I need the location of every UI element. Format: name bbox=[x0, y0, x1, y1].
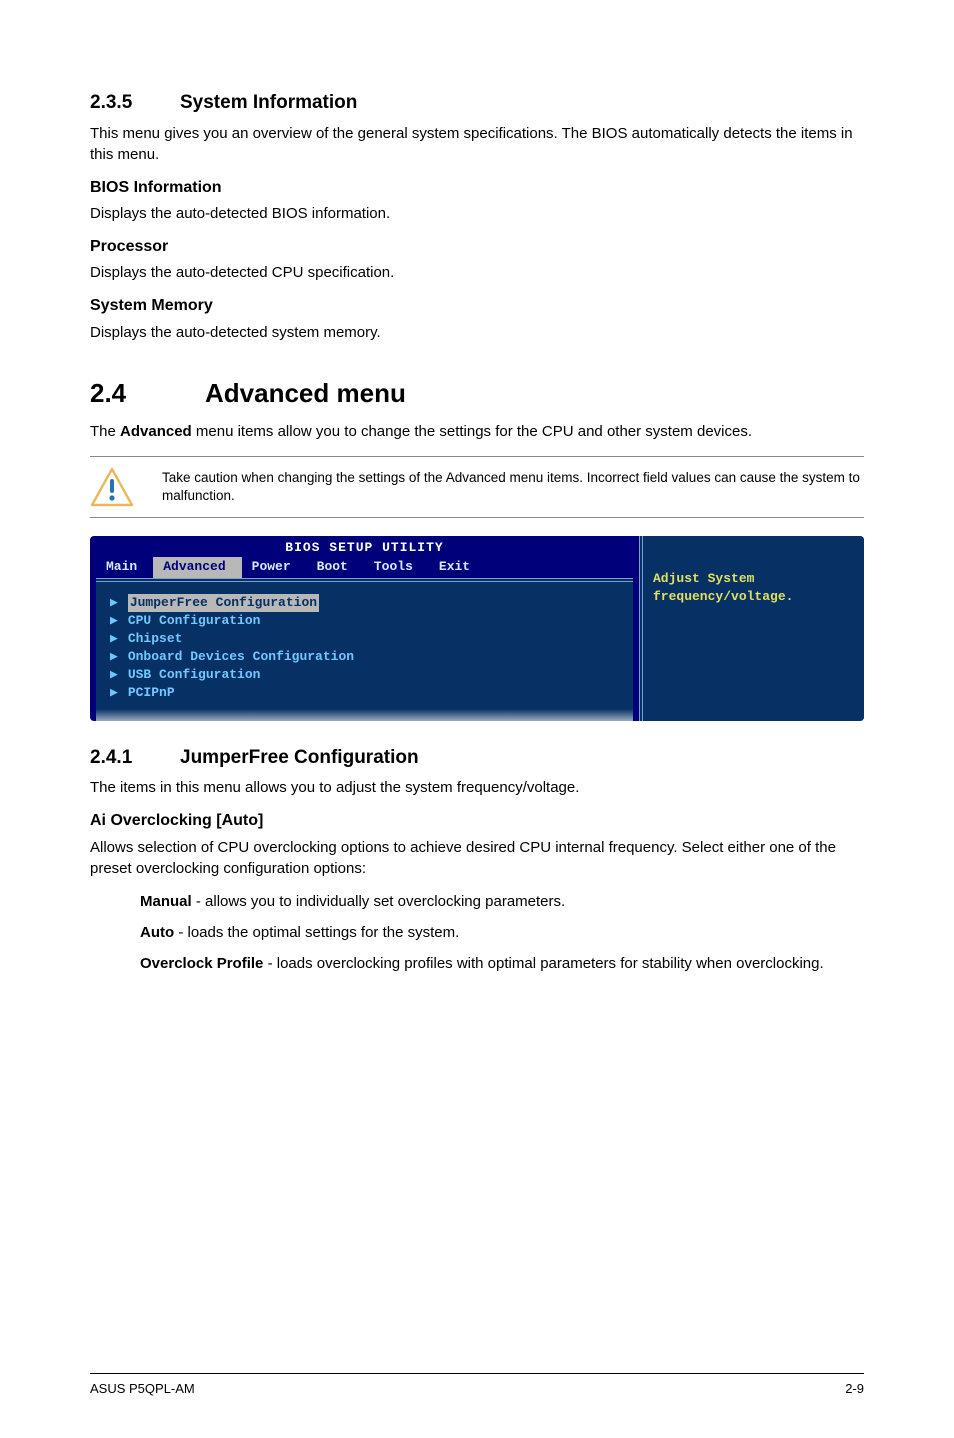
footer-left: ASUS P5QPL-AM bbox=[90, 1380, 195, 1398]
option-auto: Auto - loads the optimal settings for th… bbox=[140, 922, 864, 943]
bios-menu-item-chipset[interactable]: ▶Chipset bbox=[110, 630, 623, 648]
bios-menu-item-usb[interactable]: ▶USB Configuration bbox=[110, 666, 623, 684]
paragraph: Displays the auto-detected system memory… bbox=[90, 322, 864, 343]
page-footer: ASUS P5QPL-AM 2-9 bbox=[90, 1373, 864, 1398]
heading-number: 2.4 bbox=[90, 375, 205, 411]
pointer-right-icon: ▶ bbox=[110, 630, 118, 648]
bios-menu-item-onboard[interactable]: ▶Onboard Devices Configuration bbox=[110, 648, 623, 666]
footer-right: 2-9 bbox=[845, 1380, 864, 1398]
subheading-system-memory: System Memory bbox=[90, 295, 864, 317]
bios-help-panel: Adjust System frequency/voltage. bbox=[639, 536, 864, 721]
bios-tab-bar: Main Advanced Power Boot Tools Exit bbox=[96, 557, 633, 577]
caution-note: Take caution when changing the settings … bbox=[90, 456, 864, 518]
bios-tab-power[interactable]: Power bbox=[242, 557, 307, 577]
bios-tab-tools[interactable]: Tools bbox=[364, 557, 429, 577]
bios-tab-advanced[interactable]: Advanced bbox=[153, 557, 241, 577]
heading-2-4: 2.4Advanced menu bbox=[90, 375, 864, 411]
heading-number: 2.4.1 bbox=[90, 745, 180, 772]
caution-icon bbox=[90, 467, 134, 507]
bios-menu-item-cpu[interactable]: ▶CPU Configuration bbox=[110, 612, 623, 630]
paragraph: The items in this menu allows you to adj… bbox=[90, 777, 864, 798]
bios-tab-exit[interactable]: Exit bbox=[429, 557, 486, 577]
heading-text: System Information bbox=[180, 92, 357, 113]
option-overclock-profile: Overclock Profile - loads overclocking p… bbox=[140, 953, 864, 974]
bios-help-line: Adjust System bbox=[653, 570, 854, 588]
subheading-ai-overclocking: Ai Overclocking [Auto] bbox=[90, 810, 864, 832]
bios-title: BIOS SETUP UTILITY bbox=[96, 539, 633, 557]
heading-2-3-5: 2.3.5System Information bbox=[90, 90, 864, 117]
bios-tab-main[interactable]: Main bbox=[96, 557, 153, 577]
heading-number: 2.3.5 bbox=[90, 90, 180, 117]
pointer-right-icon: ▶ bbox=[110, 612, 118, 630]
pointer-right-icon: ▶ bbox=[110, 648, 118, 666]
paragraph: Displays the auto-detected CPU specifica… bbox=[90, 262, 864, 283]
subheading-bios-info: BIOS Information bbox=[90, 177, 864, 199]
pointer-right-icon: ▶ bbox=[110, 594, 118, 612]
subheading-processor: Processor bbox=[90, 236, 864, 258]
pointer-right-icon: ▶ bbox=[110, 684, 118, 702]
paragraph: The Advanced menu items allow you to cha… bbox=[90, 421, 864, 442]
heading-2-4-1: 2.4.1JumperFree Configuration bbox=[90, 745, 864, 772]
option-manual: Manual - allows you to individually set … bbox=[140, 891, 864, 912]
bios-tab-boot[interactable]: Boot bbox=[307, 557, 364, 577]
bios-menu-item-pcipnp[interactable]: ▶PCIPnP bbox=[110, 684, 623, 702]
heading-text: Advanced menu bbox=[205, 378, 406, 408]
bios-menu-body: ▶JumperFree Configuration ▶CPU Configura… bbox=[96, 578, 633, 721]
heading-text: JumperFree Configuration bbox=[180, 747, 419, 768]
bios-help-line: frequency/voltage. bbox=[653, 588, 854, 606]
paragraph: Displays the auto-detected BIOS informat… bbox=[90, 203, 864, 224]
paragraph: Allows selection of CPU overclocking opt… bbox=[90, 837, 864, 879]
paragraph: This menu gives you an overview of the g… bbox=[90, 123, 864, 165]
bios-setup-panel: BIOS SETUP UTILITY Main Advanced Power B… bbox=[90, 536, 864, 721]
bios-menu-item-jumperfree[interactable]: ▶JumperFree Configuration bbox=[110, 594, 623, 612]
pointer-right-icon: ▶ bbox=[110, 666, 118, 684]
caution-text: Take caution when changing the settings … bbox=[162, 469, 864, 505]
